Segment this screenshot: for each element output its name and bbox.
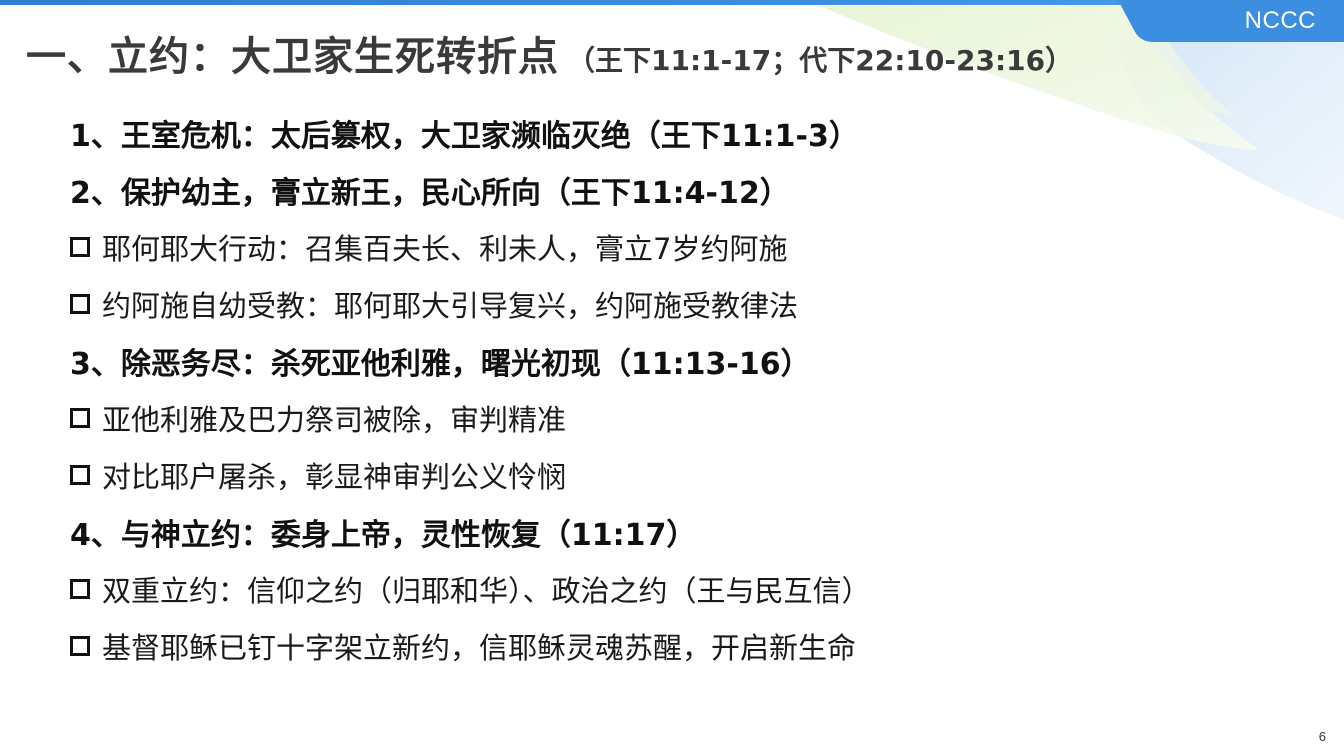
bullet-text: 对比耶户屠杀，彰显神审判公义怜悯 xyxy=(102,459,567,494)
square-bullet-icon xyxy=(70,236,90,257)
section-heading-4: 4、与神立约：委身上帝，灵性恢复（11:17） xyxy=(70,503,1290,560)
slide-content: 1、王室危机：太后篡权，大卫家濒临灭绝（王下11:1-3） 2、保护幼主，膏立新… xyxy=(70,104,1290,674)
bullet-item: 基督耶稣已钉十字架立新约，信耶稣灵魂苏醒，开启新生命 xyxy=(70,617,1290,674)
slide-title: 一、立约：大卫家生死转折点 （王下11:1-17；代下22:10-23:16） xyxy=(26,24,1073,82)
heading-text: 4、与神立约：委身上帝，灵性恢复（11:17） xyxy=(70,517,697,553)
bullet-text: 基督耶稣已钉十字架立新约，信耶稣灵魂苏醒，开启新生命 xyxy=(102,630,857,665)
title-scripture-reference: （王下11:1-17；代下22:10-23:16） xyxy=(567,44,1074,77)
bullet-text: 耶何耶大行动：召集百夫长、利未人，膏立7岁约阿施 xyxy=(102,231,788,266)
section-heading-3: 3、除恶务尽：杀死亚他利雅，曙光初现（11:13-16） xyxy=(70,332,1290,389)
square-bullet-icon xyxy=(70,635,90,656)
bullet-text: 约阿施自幼受教：耶何耶大引导复兴，约阿施受教律法 xyxy=(102,288,799,323)
heading-text: 2、保护幼主，膏立新王，民心所向（王下11:4-12） xyxy=(70,175,790,211)
square-bullet-icon xyxy=(70,464,90,485)
square-bullet-icon xyxy=(70,293,90,314)
bullet-text: 亚他利雅及巴力祭司被除，审判精准 xyxy=(102,402,567,437)
brand-label: NCCC xyxy=(1244,7,1316,34)
section-heading-2: 2、保护幼主，膏立新王，民心所向（王下11:4-12） xyxy=(70,161,1290,218)
bullet-item: 对比耶户屠杀，彰显神审判公义怜悯 xyxy=(70,446,1290,503)
heading-text: 3、除恶务尽：杀死亚他利雅，曙光初现（11:13-16） xyxy=(70,346,811,382)
bullet-text: 双重立约：信仰之约（归耶和华）、政治之约（王与民互信） xyxy=(102,573,871,608)
bullet-item: 双重立约：信仰之约（归耶和华）、政治之约（王与民互信） xyxy=(70,560,1290,617)
page-number: 6 xyxy=(1318,729,1326,744)
heading-text: 1、王室危机：太后篡权，大卫家濒临灭绝（王下11:1-3） xyxy=(70,118,859,154)
bullet-item: 亚他利雅及巴力祭司被除，审判精准 xyxy=(70,389,1290,446)
title-main: 一、立约：大卫家生死转折点 xyxy=(26,34,559,80)
section-heading-1: 1、王室危机：太后篡权，大卫家濒临灭绝（王下11:1-3） xyxy=(70,104,1290,161)
bullet-item: 耶何耶大行动：召集百夫长、利未人，膏立7岁约阿施 xyxy=(70,218,1290,275)
square-bullet-icon xyxy=(70,578,90,599)
bullet-item: 约阿施自幼受教：耶何耶大引导复兴，约阿施受教律法 xyxy=(70,275,1290,332)
square-bullet-icon xyxy=(70,407,90,428)
